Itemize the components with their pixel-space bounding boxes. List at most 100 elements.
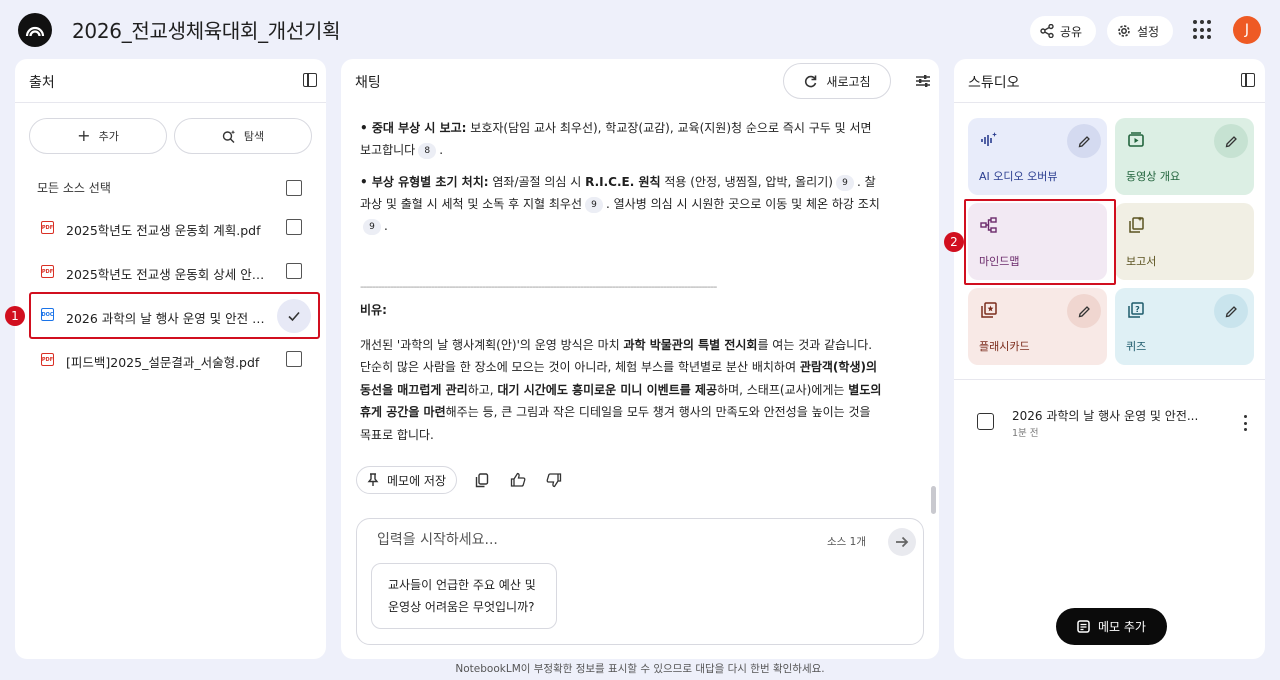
explore-button[interactable]: 탐색 [174, 118, 312, 154]
source-item-selected[interactable]: DOC 2026 과학의 날 행사 운영 및 안전 계획 [29, 292, 320, 339]
source-item-label: 2025학년도 전교생 운동회 상세 안전 ... [66, 267, 271, 282]
analogy-text: 개선된 '과학의 날 행사계획(안)'의 운영 방식은 마치 과학 박물관의 특… [360, 334, 882, 447]
thumbs-up-button[interactable] [507, 469, 529, 491]
studio-tile-video-overview[interactable]: 동영상 개요 [1115, 118, 1254, 195]
studio-tile-quiz[interactable]: ? 퀴즈 [1115, 288, 1254, 365]
analogy-title: 비유: [360, 303, 387, 317]
citation-chip[interactable]: 9 [585, 196, 604, 213]
document-icon: DOC [41, 308, 54, 321]
pencil-icon [1225, 135, 1237, 147]
source-checkbox[interactable] [286, 219, 302, 235]
chat-title: 채팅 [355, 75, 381, 91]
note-icon [977, 413, 994, 430]
pin-icon [367, 473, 379, 486]
bold-text: • 중대 부상 시 보고: [360, 121, 467, 135]
note-add-icon [1077, 620, 1090, 633]
source-checked-toggle[interactable] [277, 299, 311, 333]
checkmark-icon [288, 311, 300, 322]
bold-text: • 부상 유형별 초기 처치: [360, 175, 489, 189]
thumbs-up-icon [510, 472, 526, 487]
thumbs-down-icon [546, 473, 562, 488]
message-paragraph: • 중대 부상 시 보고: 보호자(담임 교사 최우선), 학교장(교감), 교… [360, 121, 872, 159]
message-actions: 메모에 저장 [356, 466, 565, 494]
settings-button[interactable]: 설정 [1107, 16, 1173, 46]
source-count-label: 소스 1개 [827, 536, 866, 548]
refresh-label: 새로고침 [826, 74, 871, 89]
notebook-title[interactable]: 2026_전교생체육대회_개선기획 [72, 15, 341, 44]
message-text: 염좌/골절 의심 시 [488, 175, 586, 189]
message-text: 하고, [467, 382, 498, 397]
edit-button[interactable] [1214, 124, 1248, 158]
citation-chip[interactable]: 8 [418, 142, 437, 159]
sources-title: 출처 [29, 75, 55, 91]
message-text: . 열사병 의심 시 시원한 곳으로 이동 및 체온 하강 조치 [606, 197, 880, 211]
source-item[interactable]: PDF 2025학년도 전교생 운동회 계획.pdf [29, 205, 319, 249]
edit-button[interactable] [1067, 294, 1101, 328]
studio-panel: 스튜디오 AI 오디오 오버뷰 동영상 개요 마인드맵 보고서 플래시카드 ? … [954, 59, 1265, 659]
citation-chip[interactable]: 9 [835, 174, 854, 191]
note-title: 2026 과학의 날 행사 운영 및 안전... [1012, 409, 1199, 423]
send-button[interactable] [888, 528, 916, 556]
source-checkbox[interactable] [286, 263, 302, 279]
annotation-marker-1: 1 [5, 306, 25, 326]
citation-chip[interactable]: 9 [363, 218, 381, 235]
tile-label: 플래시카드 [979, 340, 1030, 353]
explore-label: 탐색 [243, 130, 265, 143]
notebooklm-logo-icon[interactable] [18, 13, 52, 47]
disclaimer-footer: NotebookLM이 부정확한 정보를 표시할 수 있으므로 대답을 다시 한… [455, 663, 825, 675]
refresh-button[interactable]: 새로고침 [783, 63, 891, 99]
collapse-panel-icon[interactable] [1241, 73, 1255, 87]
report-icon [1129, 216, 1144, 233]
more-options-icon[interactable] [1244, 415, 1248, 431]
pencil-icon [1078, 135, 1090, 147]
save-to-memo-button[interactable]: 메모에 저장 [356, 466, 458, 494]
message-text: 하며, 스태프(교사)에게는 [717, 382, 849, 397]
add-memo-label: 메모 추가 [1098, 620, 1146, 634]
add-memo-button[interactable]: 메모 추가 [1056, 608, 1167, 645]
source-item-label: 2026 과학의 날 행사 운영 및 안전 계획 [66, 311, 271, 326]
chat-scrollbar[interactable] [931, 486, 936, 514]
source-checkbox[interactable] [286, 351, 302, 367]
bold-text: 과학 박물관의 특별 전시회 [623, 337, 758, 352]
source-item[interactable]: PDF 2025학년도 전교생 운동회 상세 안전 ... [29, 249, 319, 293]
video-icon [1128, 132, 1144, 147]
pdf-icon: PDF [41, 353, 54, 366]
chat-input-box: 소스 1개 교사들이 언급한 주요 예산 및 운영상 어려움은 무엇입니까? [356, 518, 924, 645]
share-button[interactable]: 공유 [1030, 16, 1096, 46]
edit-button[interactable] [1214, 294, 1248, 328]
add-source-label: 추가 [98, 130, 119, 143]
suggested-question-chip[interactable]: 교사들이 언급한 주요 예산 및 운영상 어려움은 무엇입니까? [371, 563, 557, 629]
add-source-button[interactable]: + 추가 [29, 118, 167, 154]
studio-tile-flashcards[interactable]: 플래시카드 [968, 288, 1107, 365]
pdf-icon: PDF [41, 265, 54, 278]
chat-input[interactable] [377, 529, 797, 551]
audio-waveform-icon [981, 132, 997, 146]
apps-grid-icon[interactable] [1193, 20, 1213, 40]
source-item[interactable]: PDF [피드백]2025_설문결과_서술형.pdf [29, 337, 319, 381]
thumbs-down-button[interactable] [543, 469, 565, 491]
pencil-icon [1225, 305, 1237, 317]
save-to-memo-label: 메모에 저장 [387, 473, 447, 488]
edit-button[interactable] [1067, 124, 1101, 158]
note-timestamp: 1분 전 [1012, 428, 1039, 439]
top-bar: 2026_전교생체육대회_개선기획 공유 설정 J [0, 0, 1280, 58]
source-item-label: [피드백]2025_설문결과_서술형.pdf [66, 355, 260, 370]
sources-header: 출처 [15, 59, 326, 103]
collapse-panel-icon[interactable] [303, 73, 317, 87]
refresh-icon [805, 75, 817, 87]
source-item-label: 2025학년도 전교생 운동회 계획.pdf [66, 223, 261, 238]
copy-button[interactable] [471, 469, 493, 491]
avatar[interactable]: J [1233, 16, 1261, 44]
tune-settings-icon[interactable] [915, 73, 931, 89]
pdf-icon: PDF [41, 221, 54, 234]
tile-label: 퀴즈 [1126, 340, 1147, 353]
share-label: 공유 [1060, 24, 1083, 39]
search-sparkle-icon [222, 130, 236, 143]
text-divider: ----------------------------------------… [360, 280, 717, 293]
studio-tile-audio-overview[interactable]: AI 오디오 오버뷰 [968, 118, 1107, 195]
studio-tile-report[interactable]: 보고서 [1115, 203, 1254, 280]
arrow-right-icon [896, 536, 909, 548]
saved-note-item[interactable]: 2026 과학의 날 행사 운영 및 안전... 1분 전 [974, 403, 1259, 443]
select-all-checkbox[interactable] [286, 180, 302, 196]
sources-panel: 출처 + 추가 탐색 모든 소스 선택 PDF 2025학년도 전교생 운동회 … [15, 59, 326, 659]
